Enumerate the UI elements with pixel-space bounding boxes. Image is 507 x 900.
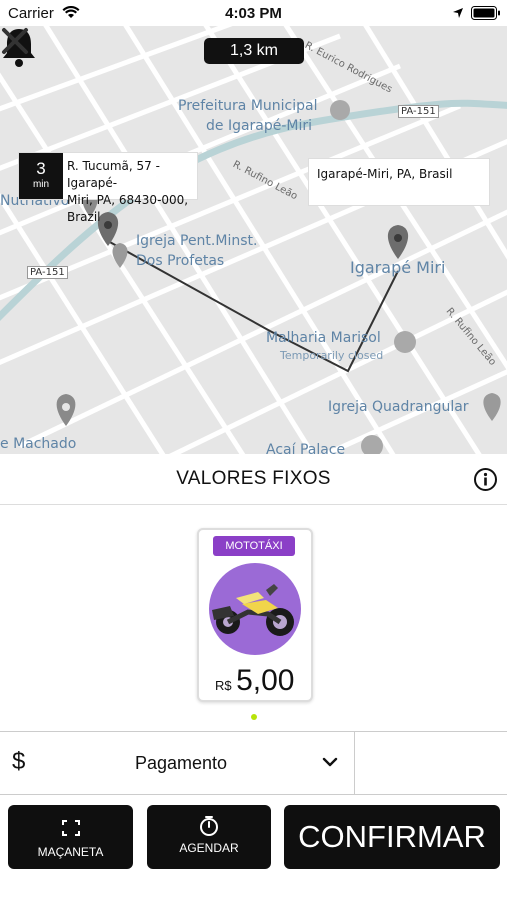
origin-address-line1: R. Tucumã, 57 - Igarapé-	[67, 159, 160, 190]
agendar-label: AGENDAR	[179, 841, 239, 855]
map-label-city: Igarapé Miri	[350, 258, 446, 277]
service-price: R$ 5,00	[215, 664, 294, 698]
battery-icon	[471, 6, 500, 20]
distance-badge: 1,3 km	[204, 38, 304, 64]
page-indicator-dot	[251, 714, 257, 720]
destination-address: Igarapé-Miri, PA, Brasil	[317, 167, 453, 181]
map-label-poi: Igreja Pent.Minst.	[136, 233, 258, 249]
agendar-button[interactable]: AGENDAR	[147, 805, 271, 869]
chevron-down-icon[interactable]	[322, 756, 338, 768]
map-label-poi: de Igarapé-Miri	[206, 118, 313, 134]
section-title: VALORES FIXOS	[176, 468, 331, 489]
eta-value: 3	[36, 159, 46, 178]
clock: 4:03 PM	[225, 5, 282, 22]
macaneta-label: MAÇANETA	[37, 845, 104, 859]
map-view[interactable]: R. Eurico Rodrigues Prefeitura Municipal…	[0, 26, 507, 454]
map-label-poi: Açaí Palace	[266, 442, 346, 454]
price-value: 5,00	[236, 664, 295, 697]
origin-address: R. Tucumã, 57 - Igarapé- Miri, PA, 68430…	[67, 158, 195, 226]
eta-box: 3 min	[19, 153, 63, 199]
macaneta-button[interactable]: MAÇANETA	[8, 805, 133, 869]
motorcycle-icon	[209, 563, 301, 655]
eta-unit: min	[32, 179, 50, 190]
map-label-poi: Malharia Marisol	[266, 330, 381, 346]
service-card-mototaxi[interactable]: MOTOTÁXI R$ 5,00	[197, 528, 313, 702]
map-label-road-shield: PA-151	[398, 105, 439, 118]
timer-icon	[200, 816, 218, 836]
map-label-poi: Prefeitura Municipal	[178, 98, 318, 114]
payment-selector[interactable]: $ Pagamento	[0, 731, 507, 795]
dollar-icon: $	[12, 748, 26, 775]
confirm-button[interactable]: CONFIRMAR	[284, 805, 500, 869]
map-label-poi: Dos Profetas	[136, 253, 225, 269]
map-label-poi-status: Temporarily closed	[280, 349, 384, 362]
section-header: VALORES FIXOS	[0, 454, 507, 505]
confirm-label: CONFIRMAR	[298, 819, 486, 854]
divider	[354, 732, 355, 794]
close-icon[interactable]	[0, 26, 30, 56]
service-tag: MOTOTÁXI	[213, 536, 295, 556]
location-arrow-icon	[453, 8, 463, 18]
payment-label: Pagamento	[135, 753, 228, 773]
status-bar: Carrier 4:03 PM	[0, 0, 507, 26]
expand-icon	[62, 820, 80, 836]
currency-label: R$	[215, 678, 232, 693]
map-label-poi: Igreja Quadrangular	[328, 399, 469, 415]
map-label-road-shield: PA-151	[27, 266, 68, 279]
destination-callout[interactable]: Igarapé-Miri, PA, Brasil	[308, 158, 490, 206]
map-label-poi: e Machado	[0, 436, 77, 452]
origin-address-line2: Miri, PA, 68430-000, Brazil	[67, 193, 189, 224]
info-icon[interactable]	[473, 467, 498, 492]
origin-callout[interactable]: 3 min R. Tucumã, 57 - Igarapé- Miri, PA,…	[18, 152, 198, 224]
